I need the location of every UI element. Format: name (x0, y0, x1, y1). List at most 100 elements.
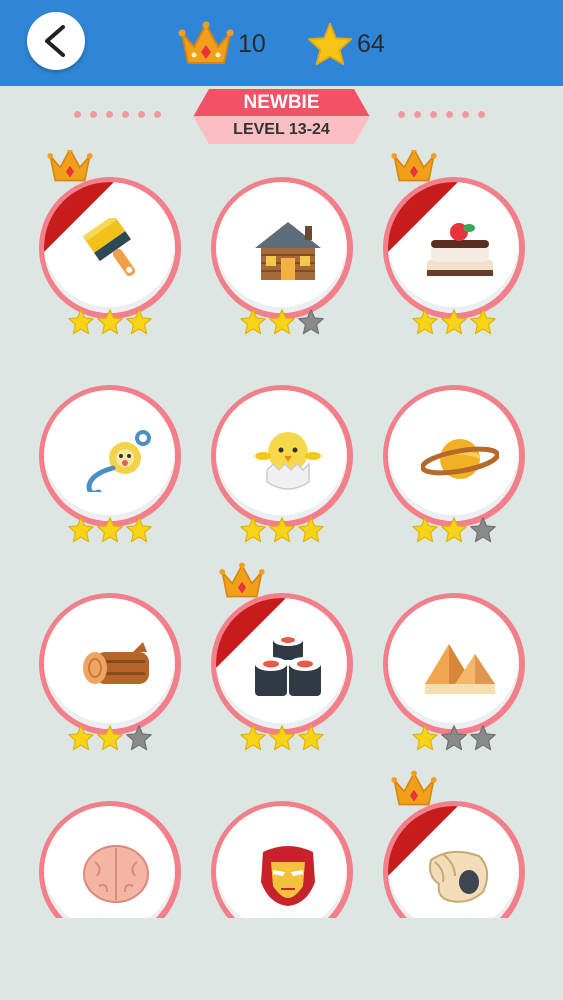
level-ring: 24 (383, 801, 525, 918)
level-ring: 13 (39, 177, 181, 319)
star-count: 64 (357, 29, 385, 58)
star-filled-icon (269, 517, 295, 543)
paintbrush-icon (82, 218, 136, 277)
level-circle: 19 (44, 598, 175, 729)
level-circle: 21 (388, 598, 519, 729)
crown-badge-icon (391, 770, 437, 806)
star-filled-icon (240, 725, 266, 751)
star-counter: 64 (307, 20, 385, 68)
star-filled-icon (68, 517, 94, 543)
level-tile[interactable]: 22 (39, 774, 185, 918)
star-empty-icon (298, 309, 324, 335)
star-filled-icon (240, 517, 266, 543)
level-ring: 23 (211, 801, 353, 918)
level-grid: 13 14 15 16 17 18 19 20 21 22 23 24 (0, 150, 563, 918)
star-filled-icon (126, 309, 152, 335)
level-circle: 14 (216, 182, 347, 313)
level-tile[interactable]: 23 (211, 774, 357, 918)
level-ring: 14 (211, 177, 353, 319)
star-rating (411, 516, 497, 544)
level-tile[interactable]: 16 (39, 358, 185, 543)
star-filled-icon (240, 309, 266, 335)
star-rating (239, 724, 325, 752)
level-circle: 22 (44, 806, 175, 918)
level-ring: 21 (383, 593, 525, 735)
level-tile[interactable]: 17 (211, 358, 357, 543)
level-tile[interactable]: 14 (211, 150, 357, 335)
banner-title: NEWBIE (193, 89, 370, 117)
star-filled-icon (126, 517, 152, 543)
planet-icon (421, 439, 499, 479)
level-tile[interactable]: 24 (383, 770, 529, 918)
level-circle: 13 (44, 182, 175, 313)
level-ring: 20 (211, 593, 353, 735)
star-rating (67, 724, 153, 752)
level-tile[interactable]: 13 (39, 150, 185, 335)
cake-icon (427, 223, 493, 276)
star-rating (67, 516, 153, 544)
iron-man-mask-icon (261, 846, 315, 906)
star-rating (239, 516, 325, 544)
star-icon (308, 22, 352, 66)
star-filled-icon (298, 725, 324, 751)
level-ring: 15 (383, 177, 525, 319)
star-rating (239, 308, 325, 336)
star-empty-icon (441, 725, 467, 751)
star-filled-icon (412, 725, 438, 751)
back-button[interactable] (27, 12, 85, 70)
level-circle: 24 (388, 806, 519, 918)
log-cabin-icon (255, 222, 321, 280)
level-ring: 17 (211, 385, 353, 527)
star-filled-icon (97, 517, 123, 543)
star-rating (411, 308, 497, 336)
hatching-chick-icon (255, 432, 321, 490)
level-circle: 17 (216, 390, 347, 521)
level-tile[interactable]: 21 (383, 566, 529, 751)
level-tile[interactable]: 20 (211, 562, 357, 751)
star-filled-icon (97, 309, 123, 335)
star-empty-icon (470, 517, 496, 543)
star-filled-icon (470, 309, 496, 335)
star-filled-icon (68, 309, 94, 335)
level-circle: 23 (216, 806, 347, 918)
crown-badge-icon (391, 150, 437, 182)
level-circle: 20 (216, 598, 347, 729)
star-rating (67, 308, 153, 336)
star-filled-icon (97, 725, 123, 751)
back-arrow-icon (45, 25, 65, 57)
star-empty-icon (126, 725, 152, 751)
star-filled-icon (68, 725, 94, 751)
star-empty-icon (470, 725, 496, 751)
star-rating (411, 724, 497, 752)
level-ring: 16 (39, 385, 181, 527)
baby-rattle-icon (86, 430, 151, 492)
crown-badge-icon (47, 150, 93, 182)
level-tile[interactable]: 15 (383, 150, 529, 335)
star-filled-icon (441, 309, 467, 335)
star-filled-icon (298, 517, 324, 543)
crown-counter: 10 (178, 20, 266, 68)
seashell-icon (429, 850, 489, 903)
level-circle: 15 (388, 182, 519, 313)
banner-subtitle: LEVEL 13-24 (193, 116, 370, 144)
decorative-dots-left (74, 111, 161, 118)
star-filled-icon (441, 517, 467, 543)
crown-icon (178, 21, 234, 64)
level-ring: 18 (383, 385, 525, 527)
crown-count: 10 (238, 29, 266, 58)
pyramids-icon (425, 644, 495, 694)
level-circle: 18 (388, 390, 519, 521)
wood-log-icon (83, 642, 149, 684)
star-filled-icon (412, 309, 438, 335)
star-filled-icon (412, 517, 438, 543)
level-tile[interactable]: 18 (383, 358, 529, 543)
difficulty-banner: NEWBIE LEVEL 13-24 (193, 89, 370, 145)
level-ring: 19 (39, 593, 181, 735)
star-filled-icon (269, 309, 295, 335)
crown-badge-icon (219, 562, 265, 598)
level-tile[interactable]: 19 (39, 566, 185, 751)
top-bar: 10 64 (0, 0, 563, 86)
decorative-dots-right (398, 111, 485, 118)
star-filled-icon (269, 725, 295, 751)
level-ring: 22 (39, 801, 181, 918)
